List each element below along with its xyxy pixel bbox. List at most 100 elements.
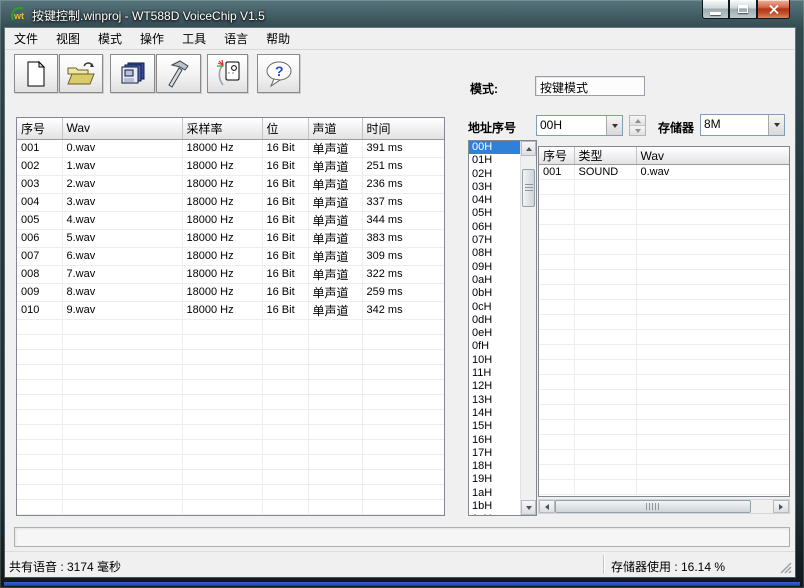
address-item[interactable]: 08H (469, 247, 520, 260)
address-item[interactable]: 07H (469, 234, 520, 247)
menu-item-operate[interactable]: 操作 (131, 29, 173, 49)
table-row[interactable]: 0065.wav18000 Hz16 Bit单声道383 ms (17, 229, 445, 247)
address-item[interactable]: 11H (469, 367, 520, 380)
column-header[interactable]: 类型 (574, 147, 636, 165)
address-item[interactable]: 00H (469, 141, 520, 154)
triangle-up-icon (635, 119, 641, 123)
address-item[interactable]: 18H (469, 460, 520, 473)
menu-item-language[interactable]: 语言 (215, 29, 257, 49)
build-button[interactable] (156, 54, 201, 93)
svg-text:wt: wt (13, 11, 24, 21)
table-row[interactable]: 0021.wav18000 Hz16 Bit单声道251 ms (17, 157, 445, 175)
address-item[interactable]: 1cH (469, 513, 520, 515)
address-item[interactable]: 15H (469, 420, 520, 433)
address-item[interactable]: 14H (469, 407, 520, 420)
column-header[interactable]: 采样率 (182, 118, 262, 139)
address-item[interactable]: 17H (469, 447, 520, 460)
column-header[interactable]: 声道 (308, 118, 362, 139)
address-item[interactable]: 16H (469, 434, 520, 447)
open-project-button[interactable] (59, 54, 103, 93)
scroll-left-button[interactable] (539, 500, 555, 513)
address-item[interactable]: 0aH (469, 274, 520, 287)
table-row-empty (539, 315, 790, 330)
scroll-down-button[interactable] (521, 500, 536, 515)
address-item[interactable]: 12H (469, 380, 520, 393)
address-combo[interactable]: 00H (536, 115, 623, 136)
column-header[interactable]: Wav (636, 147, 790, 165)
column-header[interactable]: 位 (262, 118, 308, 139)
menu-item-mode[interactable]: 模式 (89, 29, 131, 49)
window-frame-glow (4, 582, 800, 586)
address-table: 序号类型Wav001SOUND0.wav (539, 147, 790, 495)
table-row[interactable]: 0043.wav18000 Hz16 Bit单声道337 ms (17, 193, 445, 211)
scroll-up-button[interactable] (521, 141, 536, 156)
table-row[interactable]: 001SOUND0.wav (539, 165, 790, 180)
address-combo-dropdown-button[interactable] (606, 116, 622, 135)
table-row-empty (539, 405, 790, 420)
close-button[interactable] (757, 0, 790, 19)
minimize-button[interactable] (702, 0, 729, 19)
scrollbar-thumb[interactable] (522, 169, 535, 207)
address-item[interactable]: 04H (469, 194, 520, 207)
menu-item-file[interactable]: 文件 (5, 29, 47, 49)
scrollbar-thumb[interactable] (555, 500, 751, 513)
table-row[interactable]: 0076.wav18000 Hz16 Bit单声道309 ms (17, 247, 445, 265)
address-item[interactable]: 1bH (469, 500, 520, 513)
spinner-up-button[interactable] (630, 116, 645, 126)
address-item[interactable]: 13H (469, 394, 520, 407)
table-row[interactable]: 0087.wav18000 Hz16 Bit单声道322 ms (17, 265, 445, 283)
titlebar[interactable]: wt 按键控制.winproj - WT588D VoiceChip V1.5 (0, 0, 804, 28)
table-row[interactable]: 0098.wav18000 Hz16 Bit单声道259 ms (17, 283, 445, 301)
address-item[interactable]: 03H (469, 181, 520, 194)
mode-field[interactable]: 按键模式 (535, 76, 645, 96)
menu-item-view[interactable]: 视图 (47, 29, 89, 49)
address-item[interactable]: 0bH (469, 287, 520, 300)
column-header[interactable]: 时间 (362, 118, 445, 139)
address-item[interactable]: 1aH (469, 487, 520, 500)
column-header[interactable]: 序号 (539, 147, 574, 165)
address-item[interactable]: 0dH (469, 314, 520, 327)
help-icon: ? (264, 60, 294, 88)
address-item[interactable]: 02H (469, 168, 520, 181)
address-item[interactable]: 0eH (469, 327, 520, 340)
address-item[interactable]: 19H (469, 473, 520, 486)
address-item[interactable]: 0fH (469, 340, 520, 353)
download-chip-button[interactable] (207, 54, 248, 93)
memory-combo[interactable]: 8M (700, 114, 785, 136)
memory-combo-dropdown-button[interactable] (768, 115, 784, 135)
app-window: wt 按键控制.winproj - WT588D VoiceChip V1.5 … (0, 0, 804, 588)
resize-grip[interactable] (779, 561, 792, 574)
help-button[interactable]: ? (257, 54, 300, 93)
column-header[interactable]: 序号 (17, 118, 62, 139)
table-row[interactable]: 0010.wav18000 Hz16 Bit单声道391 ms (17, 139, 445, 157)
address-list: 00H01H02H03H04H05H06H07H08H09H0aH0bH0cH0… (469, 141, 520, 515)
address-item[interactable]: 09H (469, 261, 520, 274)
menu-item-tools[interactable]: 工具 (173, 29, 215, 49)
address-listbox[interactable]: 00H01H02H03H04H05H06H07H08H09H0aH0bH0cH0… (468, 140, 537, 516)
table-row[interactable]: 0032.wav18000 Hz16 Bit单声道236 ms (17, 175, 445, 193)
maximize-button[interactable] (729, 0, 757, 19)
address-item[interactable]: 05H (469, 207, 520, 220)
table-row-empty (539, 330, 790, 345)
voice-library-button[interactable] (110, 54, 155, 93)
table-row-empty (539, 420, 790, 435)
scroll-right-button[interactable] (773, 500, 789, 513)
new-project-button[interactable] (14, 54, 58, 93)
address-table-hscrollbar[interactable] (538, 499, 790, 514)
table-row-empty (539, 270, 790, 285)
address-item[interactable]: 10H (469, 354, 520, 367)
spinner-down-button[interactable] (630, 126, 645, 135)
menu-item-help[interactable]: 帮助 (257, 29, 299, 49)
address-list-scrollbar[interactable] (520, 141, 536, 515)
table-row-empty (17, 499, 445, 514)
address-item[interactable]: 0cH (469, 301, 520, 314)
address-item[interactable]: 06H (469, 221, 520, 234)
address-item[interactable]: 01H (469, 154, 520, 167)
table-row-empty (539, 375, 790, 390)
table-row-empty (539, 255, 790, 270)
table-row-empty (17, 454, 445, 469)
column-header[interactable]: Wav (62, 118, 182, 139)
table-row[interactable]: 0054.wav18000 Hz16 Bit单声道344 ms (17, 211, 445, 229)
thumb-grip-icon (525, 184, 533, 192)
table-row[interactable]: 0109.wav18000 Hz16 Bit单声道342 ms (17, 301, 445, 319)
